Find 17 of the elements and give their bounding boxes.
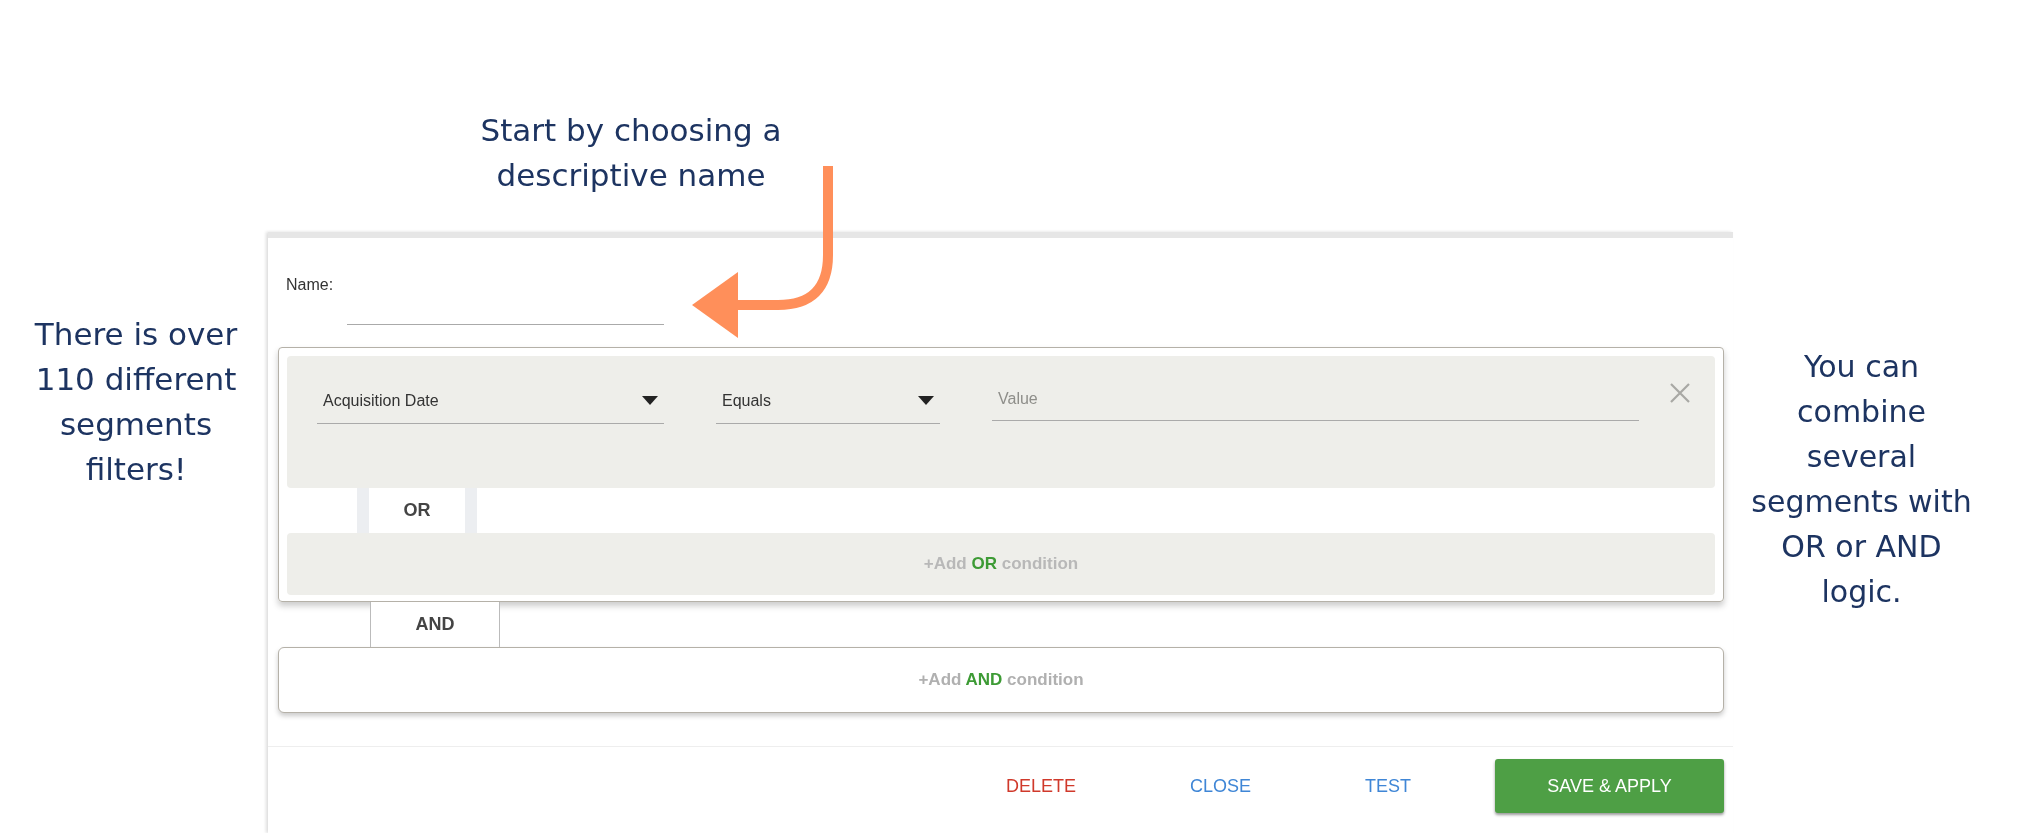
name-label: Name: bbox=[286, 276, 334, 295]
save-apply-button[interactable]: SAVE & APPLY bbox=[1495, 759, 1724, 813]
text-button[interactable]: CLOSE bbox=[1171, 759, 1269, 813]
operator-dropdown[interactable]: Equals bbox=[716, 378, 940, 424]
text-button[interactable]: DELETE bbox=[987, 759, 1094, 813]
caret-icon bbox=[642, 396, 658, 405]
and-tab[interactable]: AND bbox=[370, 602, 500, 647]
or-tab[interactable]: OR bbox=[357, 488, 477, 533]
annotation-text: There is over 110 different segments filters! bbox=[33, 315, 239, 489]
value-input-field[interactable]: Value bbox=[992, 378, 1639, 421]
annotation-text: Start by choosing a descriptive name bbox=[479, 111, 783, 195]
text-button[interactable]: TEST bbox=[1347, 759, 1429, 813]
caret-icon bbox=[918, 396, 934, 405]
annotation-text: You can combine several segments with OR or AND logic. bbox=[1750, 348, 1973, 611]
field-dropdown[interactable]: Acquisition Date bbox=[317, 378, 664, 424]
close-icon[interactable] bbox=[1669, 382, 1691, 404]
add-and-condition-button[interactable]: +Add AND condition bbox=[278, 647, 1724, 713]
